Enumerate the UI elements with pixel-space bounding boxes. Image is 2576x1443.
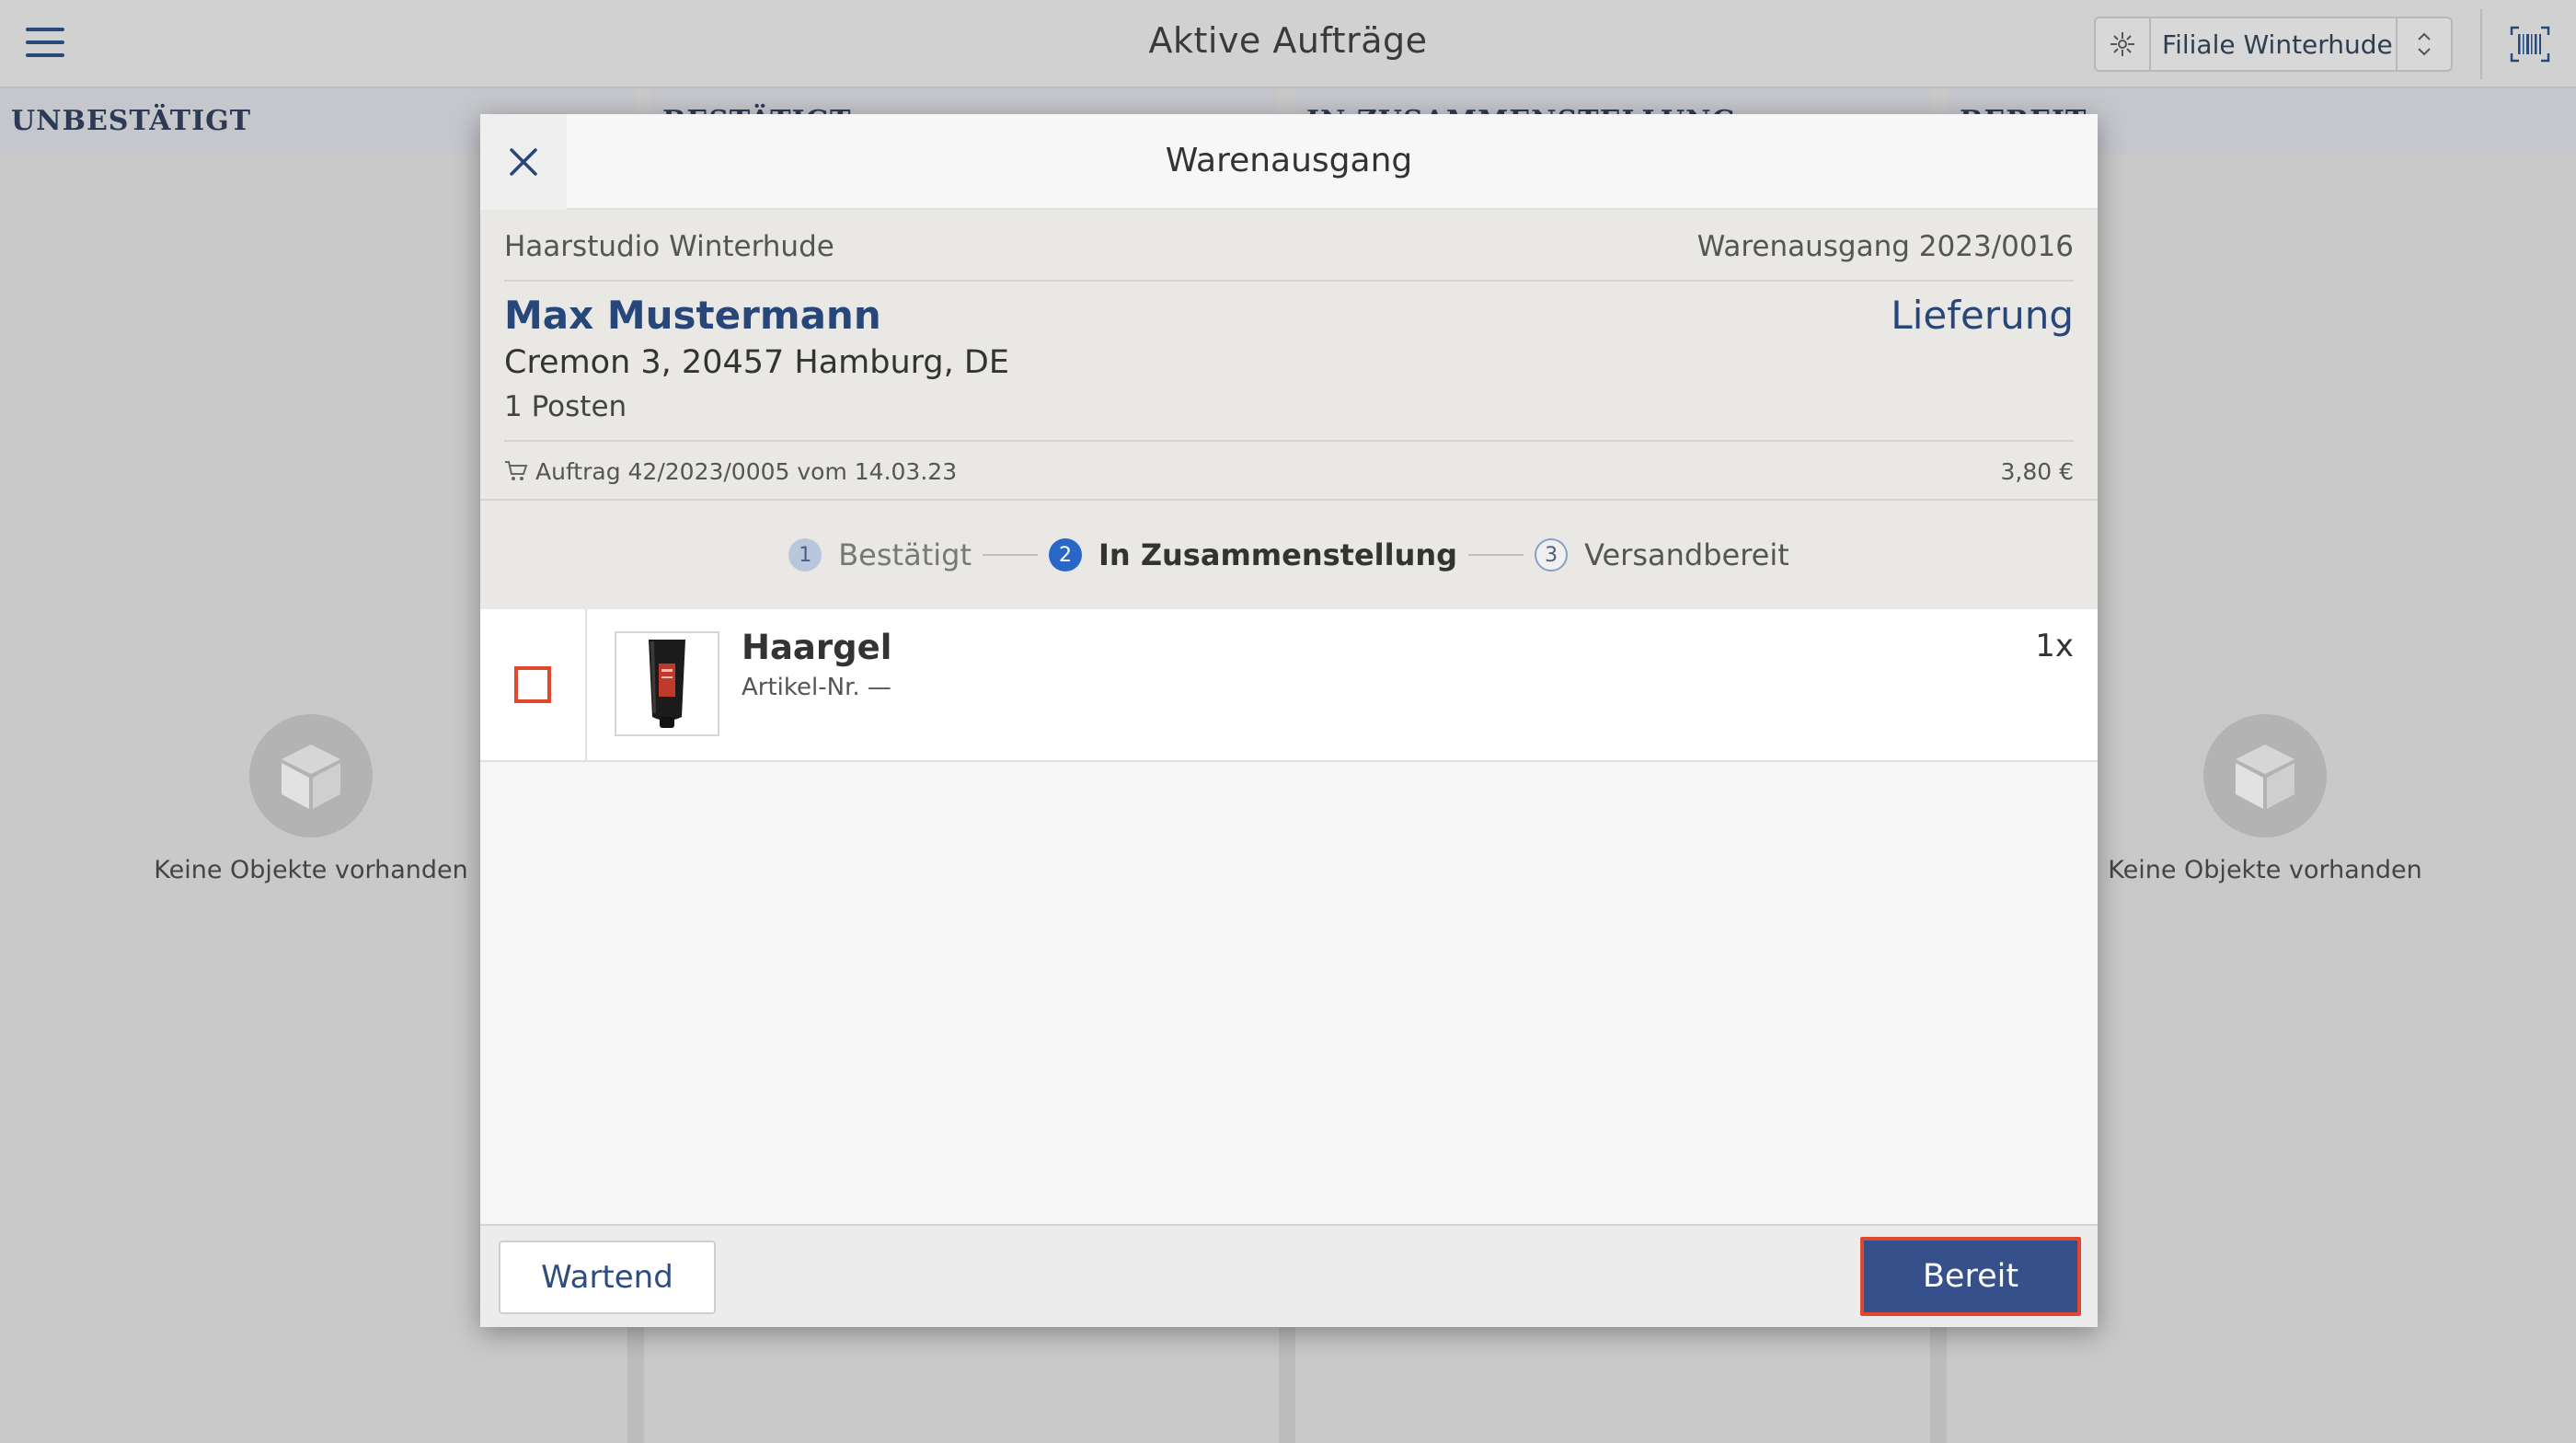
- customer-name: Max Mustermann: [504, 293, 881, 338]
- empty-state-unconfirmed: Keine Objekte vorhanden: [127, 714, 495, 884]
- item-quantity: 1x: [2035, 628, 2074, 664]
- step-confirmed: 1 Bestätigt: [788, 537, 972, 572]
- top-bar: Aktive Aufträge Filiale Winterhude: [0, 0, 2576, 88]
- dialog-footer: Wartend Bereit: [480, 1224, 2098, 1327]
- waiting-button[interactable]: Wartend: [499, 1241, 716, 1314]
- step-number: 3: [1535, 538, 1569, 571]
- store-row: Haarstudio Winterhude Warenausgang 2023/…: [504, 230, 2074, 282]
- branch-label: Filiale Winterhude: [2162, 29, 2393, 60]
- order-total: 3,80 €: [2000, 457, 2074, 485]
- chevron-up-down-icon: [2396, 18, 2451, 70]
- item-checkbox[interactable]: [514, 666, 551, 703]
- step-label: Bestätigt: [838, 537, 972, 572]
- branch-icon: [2096, 18, 2151, 70]
- store-name: Haarstudio Winterhude: [504, 230, 834, 263]
- step-connector: [1468, 554, 1524, 556]
- topbar-divider: [2480, 9, 2482, 79]
- status-stepper: 1 Bestätigt 2 In Zusammenstellung 3 Vers…: [480, 499, 2098, 609]
- empty-state-ready: Keine Objekte vorhanden: [2081, 714, 2449, 884]
- item-sku: Artikel-Nr. —: [742, 674, 891, 701]
- branch-select[interactable]: Filiale Winterhude: [2094, 17, 2453, 72]
- step-label: Versandbereit: [1584, 537, 1789, 572]
- step-connector: [982, 554, 1038, 556]
- item-name: Haargel: [742, 628, 892, 667]
- positions-count: 1 Posten: [504, 390, 627, 423]
- empty-state-text: Keine Objekte vorhanden: [2108, 856, 2422, 884]
- product-thumbnail: [615, 631, 719, 736]
- empty-box-icon: [249, 714, 373, 837]
- customer-address: Cremon 3, 20457 Hamburg, DE: [504, 344, 1009, 381]
- step-label: In Zusammenstellung: [1098, 537, 1458, 572]
- order-reference-row: Auftrag 42/2023/0005 vom 14.03.23 3,80 €: [504, 440, 2074, 501]
- goods-issue-dialog: Warenausgang Haarstudio Winterhude Waren…: [480, 114, 2098, 1327]
- step-ready-to-ship: 3 Versandbereit: [1535, 537, 1789, 572]
- step-in-assembly: 2 In Zusammenstellung: [1048, 537, 1458, 572]
- delivery-type: Lieferung: [1891, 293, 2074, 338]
- order-info-panel: Haarstudio Winterhude Warenausgang 2023/…: [480, 210, 2098, 609]
- dialog-header: Warenausgang: [480, 114, 2098, 210]
- document-number: Warenausgang 2023/0016: [1696, 230, 2074, 263]
- step-number: 1: [788, 538, 822, 571]
- cart-icon: [505, 461, 528, 480]
- empty-box-icon: [2203, 714, 2327, 837]
- step-number: 2: [1048, 538, 1082, 571]
- hair-gel-tube-icon: [649, 640, 685, 728]
- list-item: Haargel Artikel-Nr. — 1x: [480, 609, 2098, 762]
- barcode-scanner-icon[interactable]: [2510, 26, 2550, 63]
- item-check-cell: [480, 609, 587, 760]
- empty-state-text: Keine Objekte vorhanden: [154, 856, 468, 884]
- order-reference: Auftrag 42/2023/0005 vom 14.03.23: [535, 457, 958, 485]
- dialog-title: Warenausgang: [1165, 142, 1413, 179]
- ready-button[interactable]: Bereit: [1860, 1237, 2081, 1316]
- item-list: Haargel Artikel-Nr. — 1x: [480, 609, 2098, 1226]
